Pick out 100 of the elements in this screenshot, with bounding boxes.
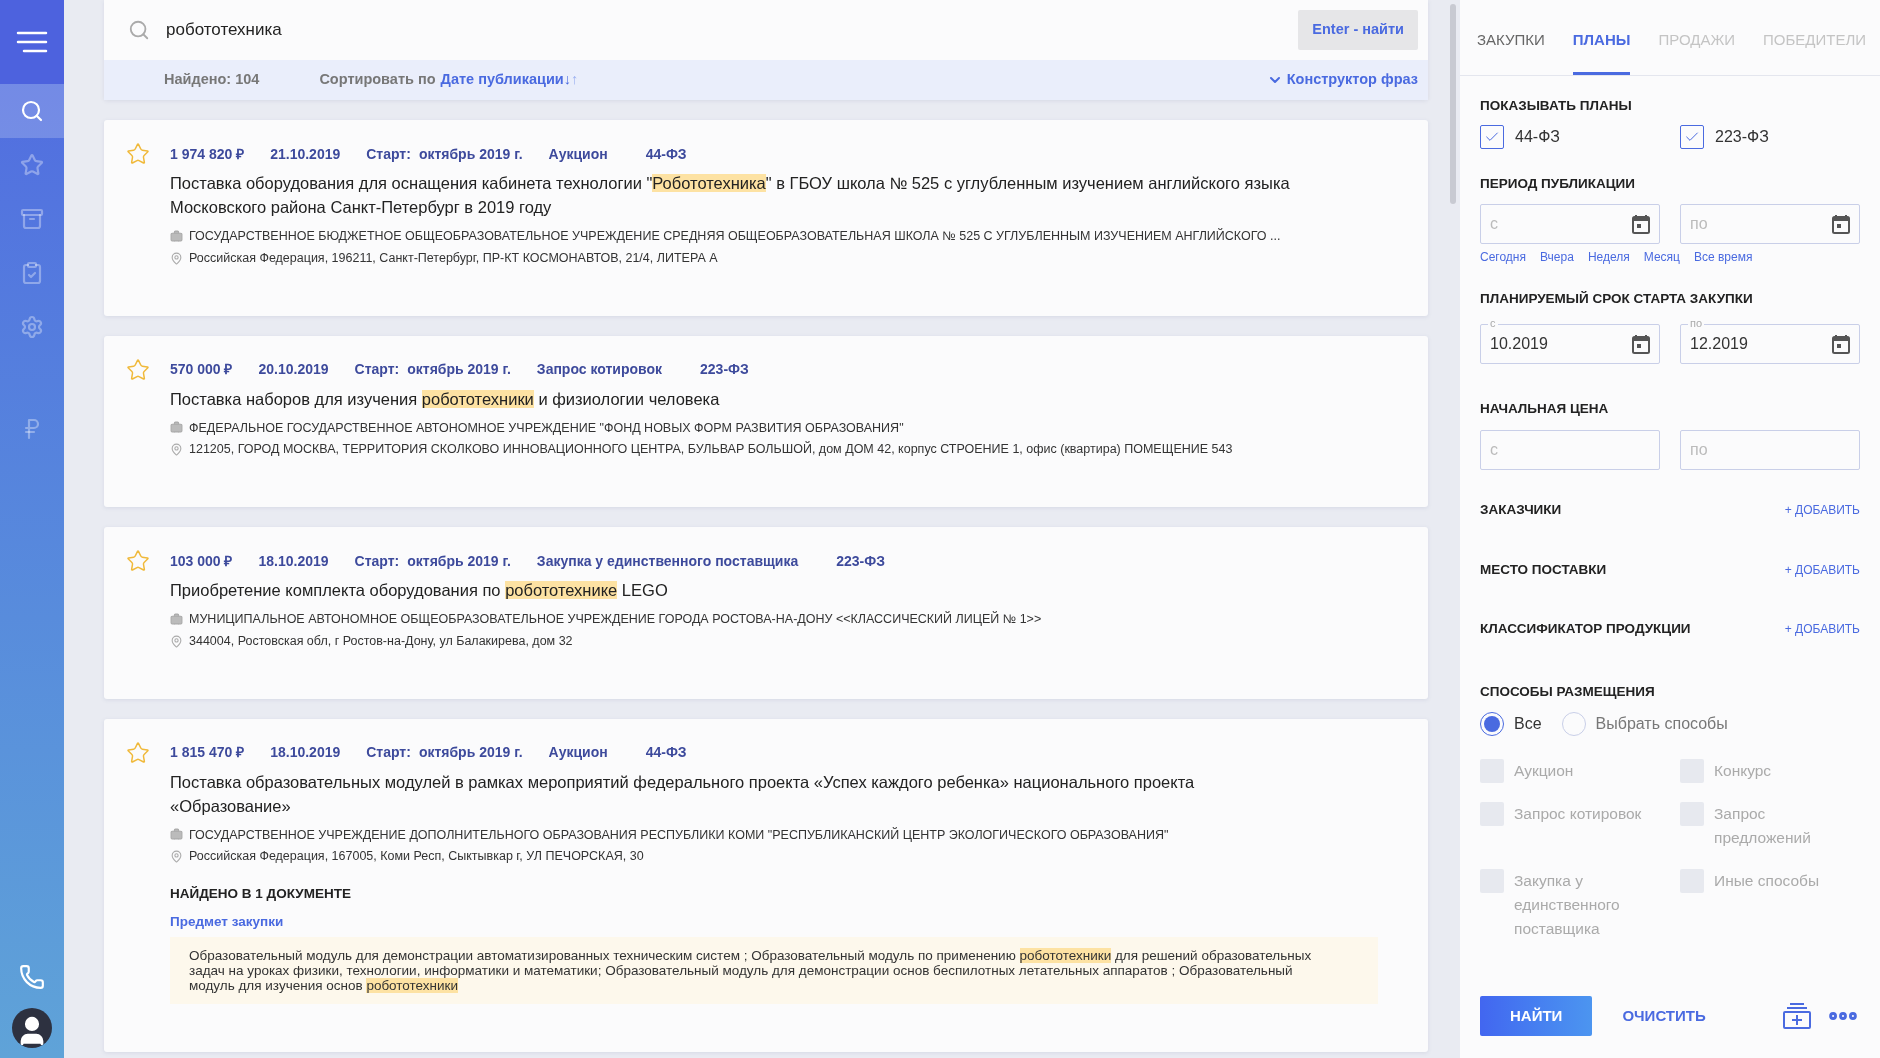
briefcase-icon	[170, 229, 183, 243]
quick-period-link[interactable]: Вчера	[1540, 248, 1574, 267]
section-heading: ПЛАНИРУЕМЫЙ СРОК СТАРТА ЗАКУПКИ	[1480, 291, 1753, 307]
start-label: Старт:	[366, 743, 411, 762]
add-link[interactable]: + ДОБАВИТЬ	[1784, 501, 1860, 520]
procurement-method: Закупка у единственного поставщика	[536, 551, 799, 571]
calendar-icon[interactable]	[1632, 334, 1650, 355]
clear-button[interactable]: ОЧИСТИТЬ	[1622, 1004, 1706, 1028]
price: 103 000 ₽	[170, 551, 233, 571]
customer-name: ГОСУДАРСТВЕННОЕ УЧРЕЖДЕНИЕ ДОПОЛНИТЕЛЬНОГО ОБРАЗОВАНИЯ РЕСПУБЛИКИ КОМИ "РЕСПУБЛИКАНСКИЙ ЦЕНТР ЭКОЛОГИЧЕСКОГО ОБРАЗОВАНИЯ"	[189, 826, 1169, 844]
add-link[interactable]: + ДОБАВИТЬ	[1784, 619, 1860, 638]
law-tag: 223-ФЗ	[836, 550, 885, 572]
checkbox[interactable]	[1480, 125, 1504, 150]
quick-period-link[interactable]: Неделя	[1587, 248, 1630, 267]
sort-link[interactable]: Дате публикации↓	[440, 69, 571, 91]
quick-period-link[interactable]: Все время	[1693, 248, 1753, 267]
law-tag: 223-ФЗ	[700, 359, 749, 380]
search-button[interactable]: Enter - найти	[1298, 10, 1418, 50]
calendar-icon[interactable]	[1632, 214, 1650, 235]
star-icon[interactable]	[126, 549, 150, 573]
star-icon[interactable]	[126, 740, 150, 765]
law-tag: 44-ФЗ	[645, 143, 687, 165]
menu-button[interactable]	[0, 0, 64, 84]
location-pin-icon	[170, 443, 183, 457]
result-title: Поставка образовательных модулей в рамках мероприятий федерального проекта «Успех каждого ребенка» национального проекта «Образование»	[170, 771, 1196, 817]
radio-label: Выбрать способы	[1595, 714, 1728, 734]
publish-date: 20.10.2019	[258, 360, 329, 379]
section-heading: СПОСОБЫ РАЗМЕЩЕНИЯ	[1480, 684, 1655, 699]
procurement-method: Аукцион	[548, 144, 608, 164]
price: 1 974 820 ₽	[170, 144, 245, 164]
quick-period-link[interactable]: Месяц	[1643, 248, 1680, 267]
star-icon[interactable]	[126, 357, 150, 382]
quick-period-link[interactable]: Сегодня	[1480, 248, 1526, 267]
tab[interactable]: ПЛАНЫ	[1572, 0, 1631, 75]
section-heading: КЛАССИФИКАТОР ПРОДУКЦИИ	[1480, 619, 1691, 638]
result-card[interactable]	[104, 527, 1428, 699]
start-date: октябрь 2019 г.	[418, 743, 523, 762]
calendar-icon[interactable]	[1832, 334, 1850, 355]
checkbox-label: Конкурс	[1714, 761, 1772, 781]
clipboard-check-icon	[20, 261, 44, 285]
procurement-method: Запрос котировок	[536, 360, 663, 379]
delivery-address: Российская Федерация, 196211, Санкт-Петербург, ПР-КТ КОСМОНАВТОВ, 21/4, ЛИТЕРА А	[189, 249, 718, 267]
phrase-builder-link[interactable]: Конструктор фраз	[1266, 69, 1418, 91]
location-pin-icon	[170, 251, 183, 265]
archive-add-icon[interactable]	[1782, 1002, 1812, 1030]
scrollbar[interactable]	[1450, 4, 1456, 204]
result-title: Поставка наборов для изучения робототехники и физиологии человека	[170, 388, 721, 410]
checkbox-label: Запрос предложений	[1714, 804, 1812, 848]
date-field[interactable]: по	[1680, 204, 1860, 245]
archive-icon	[20, 207, 44, 231]
sort-label: Сортировать по	[319, 70, 436, 90]
document-excerpt: Образовательный модуль для демонстрации автоматизированных техническим систем ; Образовательный модуль по применению робототехники для решений образовательных задач на уроках физики, технологии, информатики и математики; Образовательный модуль для демонстрации основ беспилотных летательных аппаратов ; Образовательный модуль для изучения основ робототехники	[170, 936, 1378, 1004]
section-heading: ПЕРИОД ПУБЛИКАЦИИ	[1480, 176, 1635, 192]
star-icon[interactable]	[126, 142, 150, 166]
radio-label: Все	[1514, 714, 1542, 734]
section-heading: ЗАКАЗЧИКИ	[1480, 501, 1562, 520]
checkbox[interactable]	[1680, 125, 1704, 150]
price-field[interactable]: по	[1680, 430, 1860, 471]
menu-icon	[16, 31, 48, 53]
checkbox-label: Запрос котировок	[1514, 804, 1642, 824]
start-label: Старт:	[354, 551, 400, 571]
start-label: Старт:	[366, 144, 411, 164]
checkbox-label: Аукцион	[1514, 761, 1574, 781]
location-pin-icon	[170, 850, 183, 864]
document-link[interactable]: Предмет закупки	[170, 912, 284, 933]
date-field[interactable]: с	[1480, 204, 1660, 245]
section-heading: МЕСТО ПОСТАВКИ	[1480, 560, 1607, 579]
star-icon	[20, 153, 44, 177]
add-link[interactable]: + ДОБАВИТЬ	[1784, 560, 1860, 579]
results-count: Найдено: 104	[164, 70, 260, 90]
procurement-method: Аукцион	[548, 743, 608, 762]
start-date: октябрь 2019 г.	[407, 360, 511, 379]
tab[interactable]: ЗАКУПКИ	[1477, 0, 1545, 75]
delivery-address: 121205, ГОРОД МОСКВА, ТЕРРИТОРИЯ СКОЛКОВО ИННОВАЦИОННОГО ЦЕНТРА, БУЛЬВАР БОЛЬШОЙ, дом ДОМ 42, корпус СТРОЕНИЕ 1, офис (квартира) ПОМЕЩЕНИЕ 543	[189, 440, 1233, 459]
sidebar-item[interactable]	[0, 84, 64, 138]
publish-date: 18.10.2019	[258, 551, 329, 571]
price: 1 815 470 ₽	[170, 743, 245, 762]
start-label: Старт:	[354, 360, 400, 379]
start-date: октябрь 2019 г.	[418, 144, 523, 164]
result-card[interactable]	[104, 335, 1428, 507]
delivery-address: Российская Федерация, 167005, Коми Респ, Сыктывкар г, УЛ ПЕЧОРСКАЯ, 30	[189, 848, 644, 866]
user-avatar[interactable]	[12, 1008, 52, 1048]
section-heading: НАЧАЛЬНАЯ ЦЕНА	[1480, 401, 1609, 417]
settings-icon	[20, 315, 44, 339]
delivery-address: 344004, Ростовская обл, г Ростов-на-Дону, ул Балакирева, дом 32	[189, 632, 573, 650]
publish-date: 18.10.2019	[270, 743, 341, 762]
publish-date: 21.10.2019	[270, 144, 341, 164]
search-icon	[20, 99, 44, 123]
price-field[interactable]: с	[1480, 430, 1660, 471]
result-card[interactable]	[104, 120, 1428, 316]
search-field[interactable]: робототехника	[166, 17, 1283, 43]
law-tag: 44-ФЗ	[645, 742, 687, 763]
calendar-icon[interactable]	[1832, 214, 1850, 235]
briefcase-icon	[170, 828, 183, 842]
location-pin-icon	[170, 634, 183, 648]
start-date: октябрь 2019 г.	[407, 551, 511, 571]
found-in-heading: НАЙДЕНО В 1 ДОКУМЕНТЕ	[170, 885, 352, 903]
checkbox-label: 44-ФЗ	[1515, 127, 1560, 148]
result-card[interactable]	[104, 718, 1428, 1052]
find-button[interactable]: НАЙТИ	[1480, 996, 1593, 1036]
